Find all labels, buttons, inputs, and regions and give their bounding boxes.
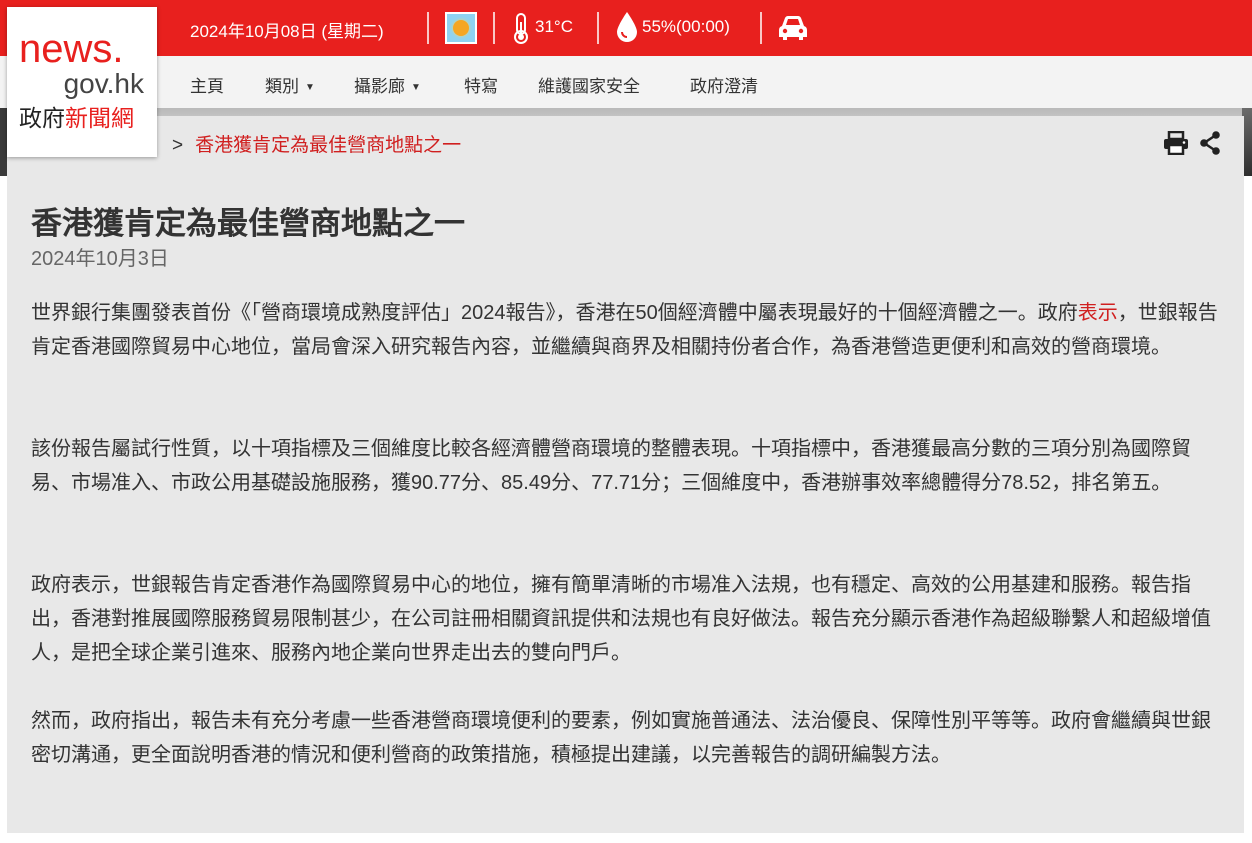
article-paragraph: 該份報告屬試行性質，以十項指標及三個維度比較各經濟體營商環境的整體表現。十項指標… [31, 438, 1191, 494]
nav-category-label: 類別 [265, 77, 299, 96]
top-info-bar: 2024年10月08日 (星期二) 31°C 55%(00:00) [0, 0, 1252, 56]
nav-feature[interactable]: 特寫 [464, 72, 498, 97]
divider [760, 12, 762, 44]
chevron-down-icon: ▼ [411, 82, 421, 93]
humidity-value: 55%(00:00) [642, 17, 730, 36]
nav-gallery[interactable]: 攝影廊 ▼ [354, 72, 421, 97]
divider [427, 12, 429, 44]
logo-text-chinese: 政府新聞網 [19, 105, 134, 131]
nav-home[interactable]: 主頁 [190, 72, 224, 97]
article-date: 2024年10月3日 [31, 248, 169, 270]
humidity-drop-icon [617, 12, 637, 42]
main-nav: 主頁 類別 ▼ 攝影廊 ▼ 特寫 維護國家安全 政府澄清 [0, 56, 1252, 108]
nav-category[interactable]: 類別 ▼ [265, 72, 315, 97]
print-icon[interactable] [1163, 131, 1189, 155]
article-title: 香港獲肯定為最佳營商地點之一 [31, 206, 465, 241]
thermometer-icon [514, 13, 528, 44]
divider [597, 12, 599, 44]
logo-text-govhk: gov.hk [63, 68, 144, 99]
logo-text-news: news. [19, 27, 124, 71]
article-paragraph: 政府表示，世銀報告肯定香港作為國際貿易中心的地位，擁有簡單清晰的市場准入法規，也… [31, 574, 1211, 664]
temperature-value: 31°C [535, 17, 573, 36]
nav-gallery-label: 攝影廊 [354, 77, 405, 96]
article-paragraph: 然而，政府指出，報告未有充分考慮一些香港營商環境便利的要素，例如實施普通法、法治… [31, 710, 1211, 766]
nav-national-security[interactable]: 維護國家安全 [538, 72, 640, 97]
breadcrumb: > 香港獲肯定為最佳營商地點之一 [172, 130, 461, 157]
chevron-down-icon: ▼ [305, 82, 315, 93]
breadcrumb-separator: > [172, 135, 184, 156]
inline-link[interactable]: 表示 [1078, 302, 1118, 324]
weather-sunny-icon[interactable] [445, 12, 477, 44]
breadcrumb-current[interactable]: 香港獲肯定為最佳營商地點之一 [195, 135, 461, 156]
share-icon[interactable] [1199, 131, 1221, 155]
traffic-car-icon[interactable] [777, 13, 809, 43]
article-paragraph: 世界銀行集團發表首份《「營商環境成熟度評估」2024報告》，香港在50個經濟體中… [31, 302, 1218, 358]
site-logo[interactable]: news. gov.hk 政府新聞網 [7, 7, 157, 157]
divider [493, 12, 495, 44]
nav-clarification[interactable]: 政府澄清 [690, 72, 758, 97]
header-date: 2024年10月08日 (星期二) [190, 22, 384, 41]
